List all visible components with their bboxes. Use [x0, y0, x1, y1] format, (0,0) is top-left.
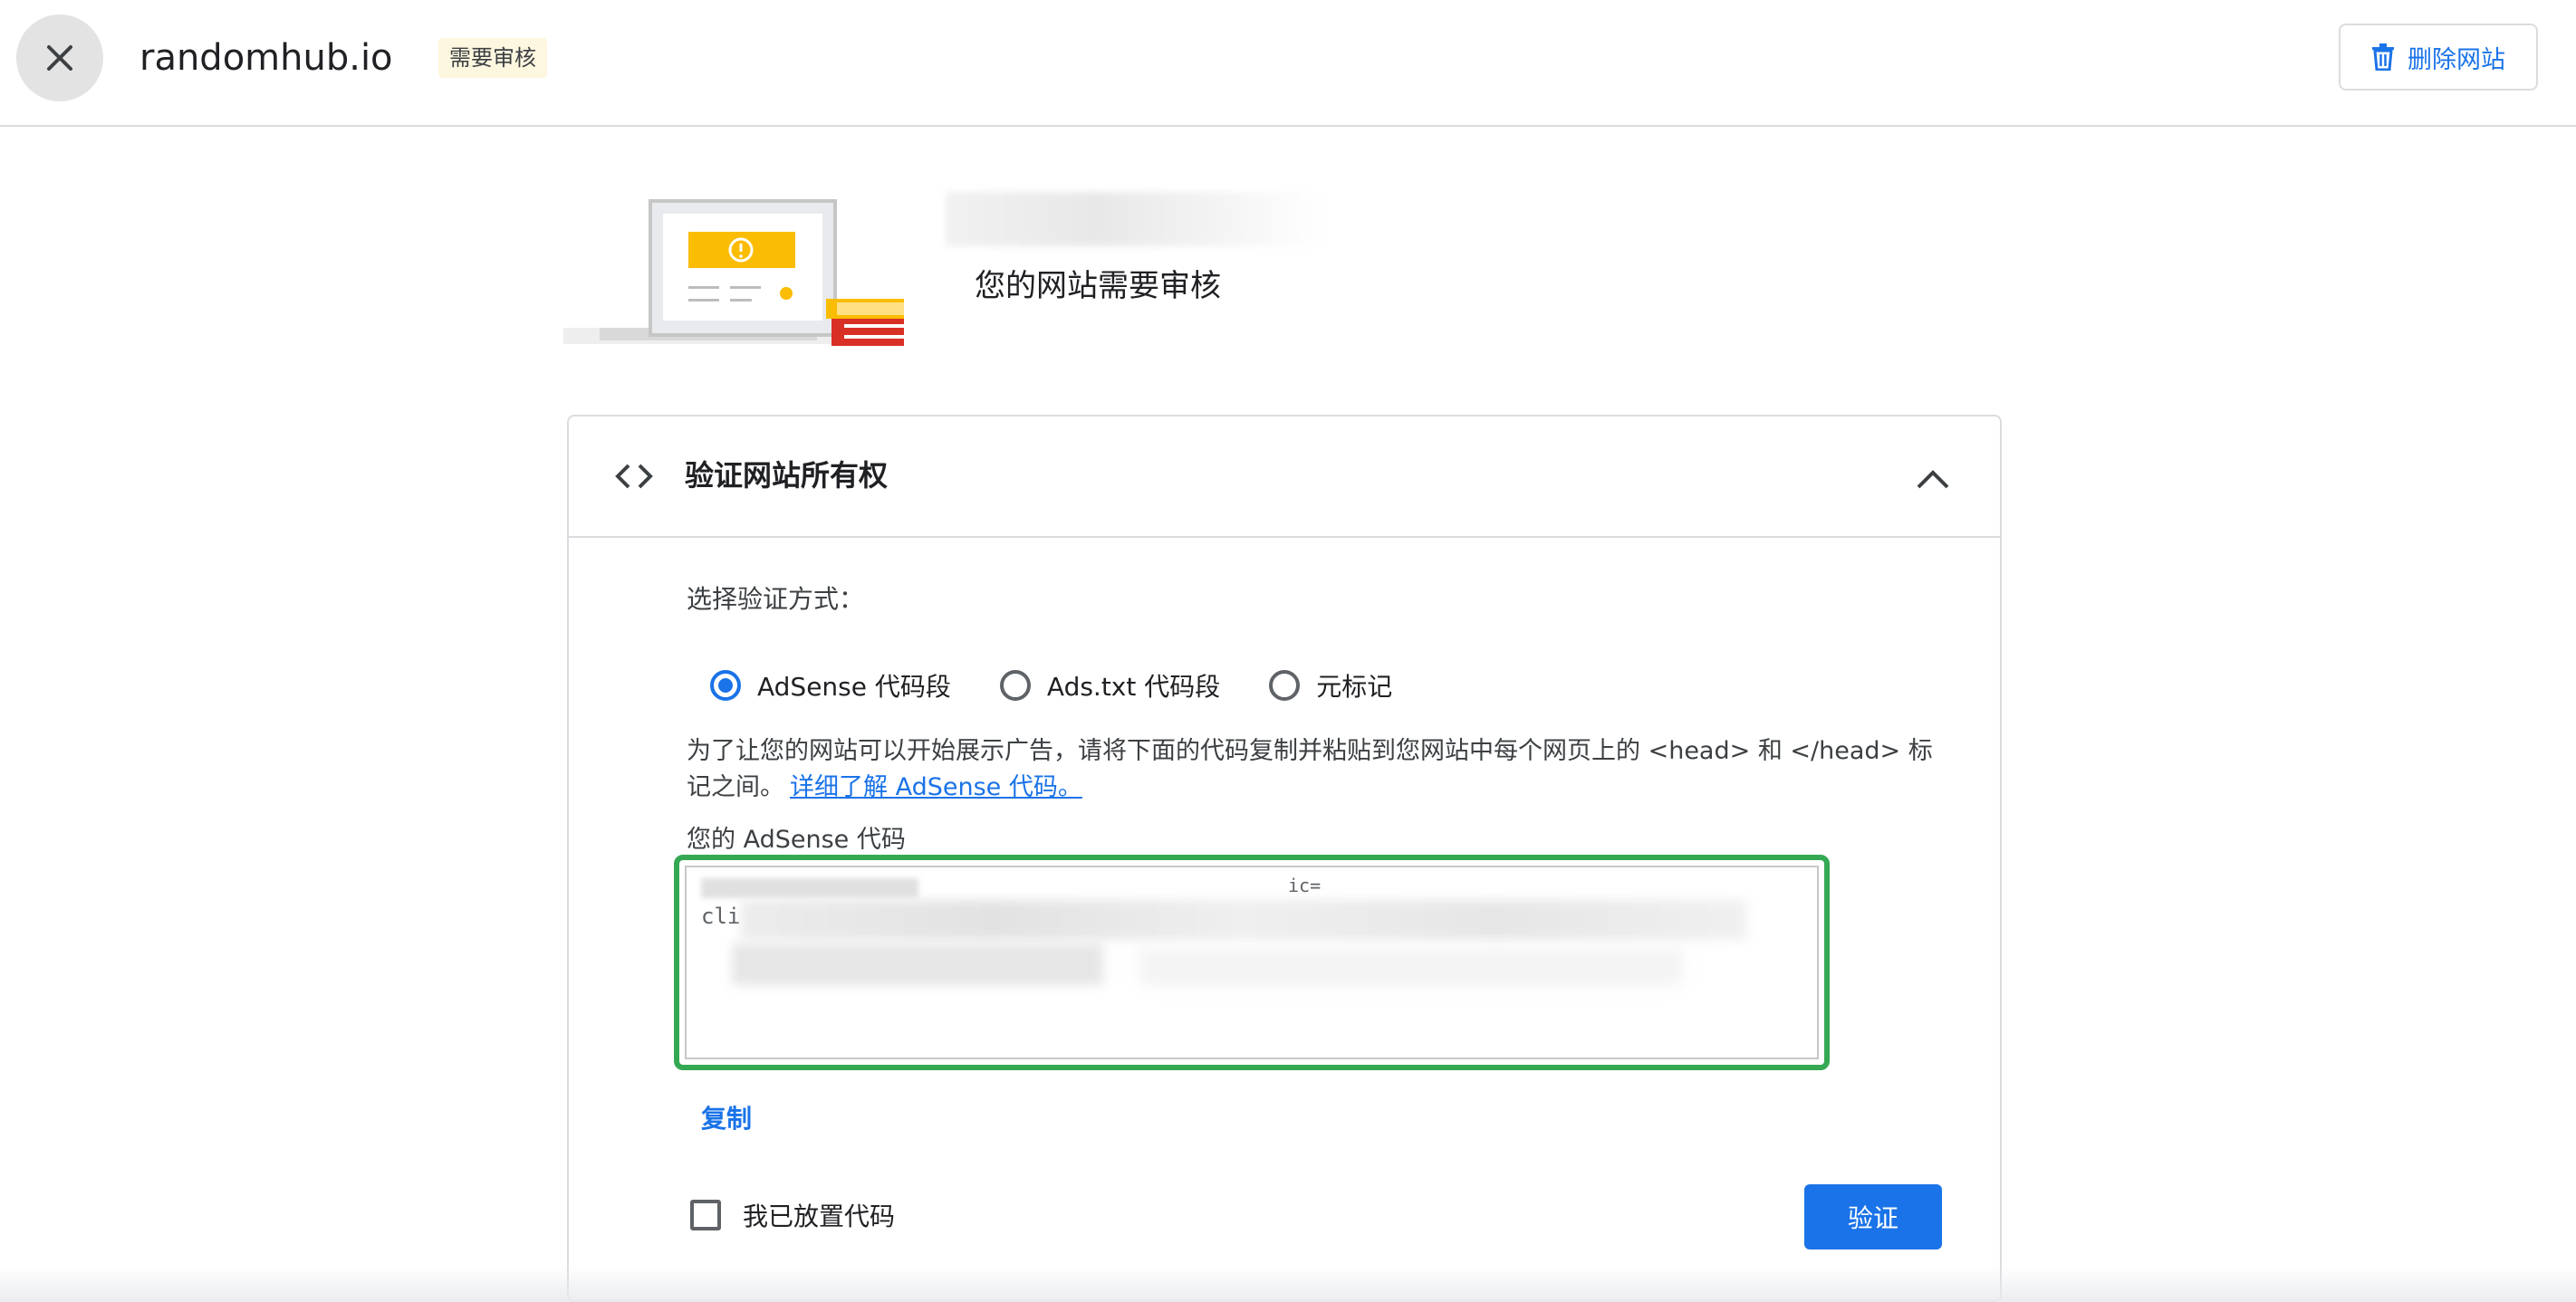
- bottom-shadow: [0, 1266, 2576, 1302]
- top-bar: randomhub.io 需要审核 删除网站: [0, 0, 2576, 127]
- redacted-code: [701, 878, 918, 898]
- trash-icon: [2372, 43, 2394, 71]
- checkbox-label: 我已放置代码: [743, 1201, 896, 1231]
- radio-button-checked[interactable]: [710, 670, 741, 701]
- code-icon: [615, 464, 653, 489]
- redacted-code: [1139, 949, 1683, 985]
- code-placed-checkbox[interactable]: [690, 1200, 721, 1230]
- card-header[interactable]: 验证网站所有权: [569, 416, 2000, 538]
- close-button[interactable]: [16, 14, 103, 101]
- delete-site-label: 删除网站: [2408, 45, 2505, 74]
- close-icon: [47, 45, 72, 71]
- radio-meta-tag[interactable]: 元标记: [1245, 667, 1392, 704]
- code-highlight-frame: ic= cli: [674, 855, 1830, 1070]
- learn-more-link[interactable]: 详细了解 AdSense 代码。: [790, 773, 1082, 801]
- method-label: 选择验证方式：: [687, 584, 865, 614]
- instructions-text: 为了让您的网站可以开始展示广告，请将下面的代码复制并粘贴到您网站中每个网页上的 …: [687, 733, 1955, 806]
- card-title: 验证网站所有权: [685, 458, 889, 493]
- chevron-up-icon[interactable]: [1915, 462, 1951, 494]
- copy-button[interactable]: 复制: [701, 1099, 752, 1139]
- site-name: randomhub.io: [139, 37, 393, 79]
- code-fragment: ic=: [1288, 875, 1322, 896]
- page-title: 您的网站需要审核: [975, 268, 1221, 304]
- delete-site-button[interactable]: 删除网站: [2339, 24, 2538, 91]
- radio-button[interactable]: [999, 670, 1031, 701]
- redacted-text: [946, 192, 1324, 246]
- radio-label: 元标记: [1316, 672, 1393, 702]
- code-label: 您的 AdSense 代码: [687, 826, 906, 854]
- redacted-code: [741, 900, 1746, 940]
- adsense-code-textarea[interactable]: ic= cli: [685, 866, 1819, 1059]
- radio-adsense-snippet[interactable]: AdSense 代码段: [687, 667, 951, 704]
- redacted-code: [732, 943, 1103, 985]
- radio-ads-txt-snippet[interactable]: Ads.txt 代码段: [976, 667, 1220, 704]
- radio-label: AdSense 代码段: [757, 672, 951, 702]
- status-badge: 需要审核: [438, 38, 547, 78]
- code-placed-checkbox-row[interactable]: 我已放置代码: [690, 1197, 895, 1233]
- verify-ownership-card: 验证网站所有权 选择验证方式： AdSense 代码段 Ads.txt 代码段 …: [567, 415, 2002, 1302]
- code-fragment: cli: [701, 904, 741, 929]
- verify-button[interactable]: 验证: [1804, 1184, 1942, 1249]
- radio-button[interactable]: [1269, 670, 1301, 701]
- radio-label: Ads.txt 代码段: [1046, 672, 1221, 702]
- method-radio-group: AdSense 代码段 Ads.txt 代码段 元标记: [687, 654, 1418, 717]
- review-illustration: [563, 199, 904, 346]
